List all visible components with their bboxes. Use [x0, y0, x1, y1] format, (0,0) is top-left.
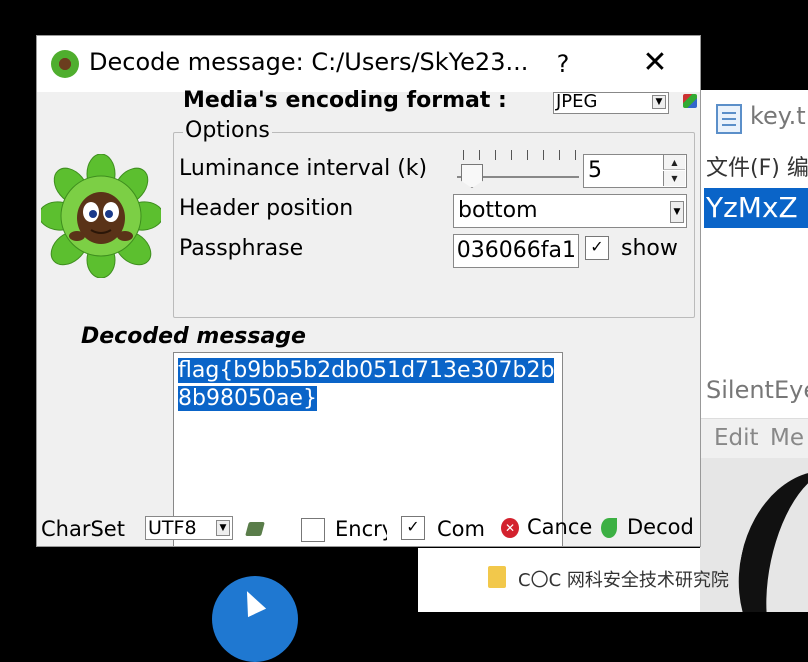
decode-button-label: Decod [627, 515, 694, 539]
dialog-bottom-bar: CharSet UTF8 ▼ Encry ✓ Com ✕ Cance Decod [37, 512, 700, 546]
key-window-titlebar: key.t [700, 90, 808, 146]
dialog-titlebar[interactable]: Decode message: C:/Users/SkYe23... ? ✕ [37, 36, 700, 92]
spin-down-icon[interactable]: ▼ [663, 171, 685, 186]
cancel-button-label: Cance [527, 515, 593, 539]
charset-config-icon[interactable] [245, 522, 265, 536]
key-window-title: key.t [750, 102, 806, 130]
decoded-message-selection[interactable]: flag{b9bb5b2db051d713e307b2b8b98050ae} [178, 358, 555, 411]
show-passphrase-label: show [621, 236, 678, 261]
background-key-window: key.t 文件(F) 编 YzMxZ [700, 90, 808, 370]
charset-value: UTF8 [148, 517, 197, 539]
taskbar-app-icon[interactable] [212, 576, 298, 662]
notepad-icon [716, 104, 742, 134]
luminance-slider-ticks [457, 150, 585, 162]
decode-icon [601, 518, 617, 538]
encoding-format-label: Media's encoding format : [183, 88, 507, 113]
charset-select[interactable]: UTF8 ▼ [145, 516, 233, 540]
dialog-title: Decode message: C:/Users/SkYe23... [89, 48, 529, 76]
encoding-format-select[interactable]: JPEG ▼ [553, 92, 669, 114]
silenteye-menu-edit[interactable]: Edit [714, 425, 759, 451]
encrypt-checkbox[interactable] [301, 518, 325, 542]
watermark-text: C〇C 网科安全技术研究院 [518, 570, 729, 591]
spin-up-icon[interactable]: ▲ [663, 155, 685, 170]
decode-message-dialog: Decode message: C:/Users/SkYe23... ? ✕ M… [36, 35, 701, 547]
passphrase-field[interactable]: 036066fa1 [453, 234, 579, 268]
silenteye-mascot-logo [41, 154, 161, 278]
silenteye-menu-me[interactable]: Me [770, 425, 804, 451]
silenteye-menubar: Edit Me [700, 418, 808, 458]
passphrase-label: Passphrase [179, 236, 304, 261]
decode-button[interactable]: Decod [601, 514, 699, 544]
encrypt-label: Encry [335, 517, 387, 541]
chevron-down-icon: ▼ [216, 520, 230, 536]
encoding-format-value: JPEG [556, 92, 598, 112]
silenteye-window-title: SilentEye [706, 376, 808, 404]
cancel-icon: ✕ [501, 518, 519, 538]
compress-label: Com [437, 517, 485, 541]
format-config-icon[interactable] [683, 94, 697, 108]
folder-icon [488, 566, 506, 588]
chevron-down-icon: ▼ [652, 95, 666, 109]
header-position-label: Header position [179, 196, 354, 221]
key-window-selected-text[interactable]: YzMxZ [704, 188, 808, 228]
dialog-content: Media's encoding format : JPEG ▼ Options… [37, 88, 700, 546]
header-position-value: bottom [458, 198, 538, 223]
close-button[interactable]: ✕ [633, 42, 677, 86]
luminance-interval-label: Luminance interval (k) [179, 156, 428, 181]
compress-checkbox[interactable]: ✓ [401, 516, 425, 540]
decoded-message-text: flag{b9bb5b2db051d713e307b2b8b98050ae} [178, 357, 556, 413]
options-legend: Options [183, 118, 272, 143]
charset-label: CharSet [41, 517, 125, 541]
show-passphrase-checkbox[interactable]: ✓ [585, 236, 609, 260]
chevron-down-icon: ▼ [670, 201, 684, 223]
silenteye-app-icon [51, 50, 79, 78]
help-button[interactable]: ? [543, 42, 583, 86]
key-window-menu[interactable]: 文件(F) 编 [706, 150, 808, 182]
decoded-message-label: Decoded message [81, 324, 306, 349]
header-position-select[interactable]: bottom ▼ [453, 194, 687, 228]
cancel-button[interactable]: ✕ Cance [501, 514, 593, 544]
